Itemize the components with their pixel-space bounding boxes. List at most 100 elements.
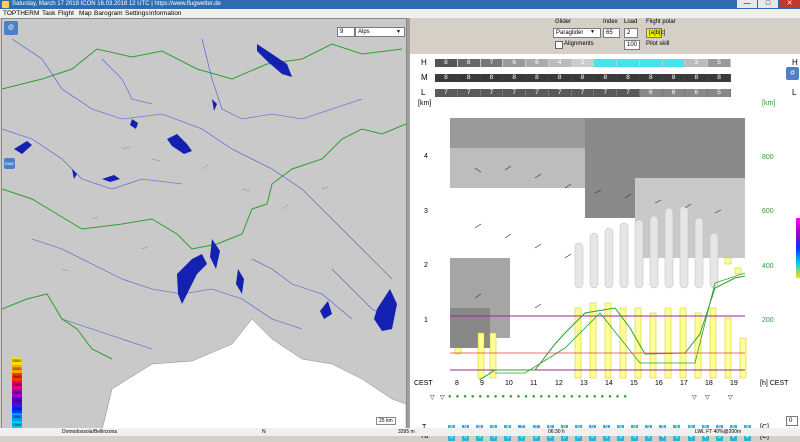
- menu-bar: TOPTHERM Task Flight Map Barogram Settin…: [0, 9, 800, 18]
- legend-entry: 2000: [12, 413, 22, 421]
- cloud-cell: 8: [457, 74, 480, 82]
- title-bar: Saturday, March 17 2018 ICON 16.03.2018 …: [0, 0, 800, 9]
- hour-tick-label: 8: [455, 380, 459, 387]
- cloud-cell: 8: [594, 74, 617, 82]
- map-view[interactable]: 9 Alps ▼ @ DWD 5500 5000 4500 4000 3500 …: [1, 18, 407, 431]
- dwd-logo: @: [786, 67, 799, 80]
- legend-entry: 5500: [12, 357, 22, 365]
- menu-task[interactable]: Task: [42, 9, 55, 18]
- settings-bar: Glider Paraglider ▼ Index 65 Load 2 Flig…: [410, 18, 800, 54]
- cloud-cell: 7: [503, 89, 526, 97]
- right-axis-unit: [km]: [762, 100, 776, 107]
- cloud-cell: 8: [526, 74, 548, 82]
- cloud-cell: 5: [708, 89, 730, 97]
- flight-polar-field[interactable]: [a]b[c]: [646, 28, 665, 38]
- maximize-button[interactable]: □: [758, 0, 778, 8]
- legend-entry: 3500: [12, 389, 22, 397]
- cloud-cell: 8: [639, 74, 662, 82]
- alignments-checkbox[interactable]: [555, 41, 563, 49]
- cloud-cell: 6: [503, 59, 526, 67]
- row-label-h: H: [421, 58, 427, 67]
- cloud-cell: 7: [457, 89, 480, 97]
- cloud-cell: 8: [685, 74, 708, 82]
- cloud-cell: 8: [548, 74, 571, 82]
- status-location: Domodossola/Bellinzona: [62, 429, 118, 435]
- glider-label: Glider: [555, 19, 572, 25]
- cloud-cell: 8: [435, 74, 457, 82]
- load-field[interactable]: 2: [624, 28, 638, 38]
- minimize-button[interactable]: —: [737, 0, 757, 8]
- left-tick: 4: [424, 153, 428, 160]
- cloud-cell: 7: [435, 89, 457, 97]
- legend-entry: 4500: [12, 373, 22, 381]
- pilot-skill-field[interactable]: 100: [624, 40, 640, 50]
- cloud-cell: [662, 59, 685, 67]
- menu-toptherm[interactable]: TOPTHERM: [3, 9, 39, 18]
- cloud-cell: 4: [548, 59, 571, 67]
- hour-tick-label: 18: [705, 380, 713, 387]
- menu-flight[interactable]: Flight: [58, 9, 74, 18]
- cloud-cell: 7: [594, 89, 617, 97]
- thermal-plot: [435, 108, 755, 380]
- cloud-cell: [617, 59, 639, 67]
- status-heading: N: [262, 429, 266, 435]
- legend-entry: 3000: [12, 397, 22, 405]
- dwd-logo-small: DWD: [4, 158, 15, 169]
- cloud-cell: 8: [708, 74, 730, 82]
- right-tick: 400: [762, 263, 774, 270]
- cloud-cell: 3: [685, 59, 708, 67]
- legend-entry: 5000: [12, 365, 22, 373]
- cloud-cell: 7: [480, 89, 503, 97]
- menu-information[interactable]: Information: [149, 9, 182, 18]
- right-tick: 200: [762, 317, 774, 324]
- right-tick: 600: [762, 208, 774, 215]
- cloud-cell: 7: [548, 89, 571, 97]
- chevron-down-icon[interactable]: ▼: [590, 29, 595, 35]
- cloud-cell: [639, 59, 662, 67]
- menu-map[interactable]: Map: [79, 9, 92, 18]
- legend-entry: 4000: [12, 381, 22, 389]
- cloud-cell: 7: [617, 89, 639, 97]
- dwd-logo: @: [4, 21, 18, 35]
- hour-tick-label: 14: [605, 380, 613, 387]
- row-label-m: M: [421, 73, 428, 82]
- forecast-panel: Glider Paraglider ▼ Index 65 Load 2 Flig…: [410, 18, 800, 441]
- hour-tick-label: 9: [480, 380, 484, 387]
- cloud-cell: 7: [480, 59, 503, 67]
- row-label-h-right: H: [792, 58, 798, 67]
- status-altitude: 3395 m: [398, 429, 415, 435]
- menu-settings[interactable]: Settings: [125, 9, 149, 18]
- hour-tick-label: 13: [580, 380, 588, 387]
- close-button[interactable]: ✕: [779, 0, 800, 8]
- hour-ticks: 8 9 10 11 12 13 14 15 16 17 18 19: [455, 380, 755, 390]
- cloud-row-high: 887664235: [435, 59, 731, 67]
- page-number-field[interactable]: 0: [786, 416, 798, 426]
- hour-tick-label: 19: [730, 380, 738, 387]
- cloud-cell: 8: [435, 59, 457, 67]
- hour-tick-label: 11: [530, 380, 538, 387]
- row-label-l-right: L: [792, 88, 797, 97]
- sun-marker-icon: ▽: [440, 395, 445, 401]
- app-icon: [2, 1, 9, 8]
- hour-tick-label: 10: [505, 380, 513, 387]
- cloud-row-low: 7777777776665: [435, 89, 731, 97]
- chevron-down-icon[interactable]: ▼: [396, 29, 401, 35]
- cloud-cell: 8: [457, 59, 480, 67]
- altitude-legend: 5500 5000 4500 4000 3500 3000 2500 2000 …: [12, 357, 22, 429]
- cloud-row-medium: 8888888888888: [435, 74, 731, 82]
- legend-entry: 2500: [12, 405, 22, 413]
- altitude-color-strip: [796, 218, 800, 278]
- time-axis-unit: [h] CEST: [760, 380, 789, 387]
- terrain-map[interactable]: [2, 19, 406, 430]
- left-tick: 1: [424, 317, 428, 324]
- menu-barogram[interactable]: Barogram: [94, 9, 123, 18]
- zoom-select[interactable]: 9: [337, 27, 355, 37]
- cloud-cell: 6: [662, 89, 685, 97]
- row-label-l: L: [421, 88, 426, 97]
- cloud-cell: 8: [617, 74, 639, 82]
- index-label: Index: [603, 19, 618, 25]
- index-field[interactable]: 65: [603, 28, 620, 38]
- hour-tick-label: 16: [655, 380, 663, 387]
- left-axis-unit: [km]: [418, 100, 432, 107]
- window-title: Saturday, March 17 2018 ICON 16.03.2018 …: [12, 1, 221, 7]
